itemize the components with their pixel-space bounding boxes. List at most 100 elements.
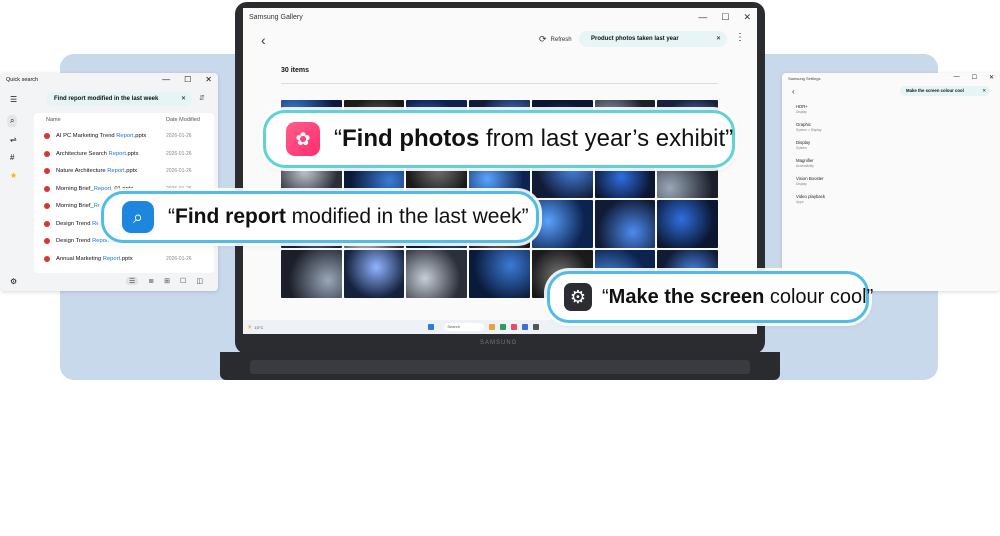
grid-view-icon[interactable]: ⊞: [164, 277, 170, 285]
minimize-icon[interactable]: —: [698, 12, 707, 23]
search-value: Find report modified in the last week: [54, 96, 159, 102]
back-icon[interactable]: ‹: [792, 87, 795, 96]
powerpoint-icon: [44, 150, 50, 157]
taskbar-app-icon[interactable]: [500, 324, 507, 330]
photo-thumbnail[interactable]: [594, 200, 656, 248]
settings-item-label: Display: [796, 140, 811, 145]
taskbar-app-icon[interactable]: [522, 324, 529, 330]
minimize-icon[interactable]: —: [162, 75, 170, 84]
taskbar-app-icon[interactable]: [533, 324, 540, 330]
photo-thumbnail[interactable]: [281, 250, 342, 298]
close-icon[interactable]: ✕: [205, 75, 212, 84]
photo-thumbnail[interactable]: [531, 200, 593, 248]
powerpoint-icon: [44, 238, 50, 244]
gear-icon: ⚙: [564, 283, 592, 311]
file-name: Architecture Search Report.pptx: [56, 150, 139, 157]
maximize-icon[interactable]: ☐: [184, 75, 191, 84]
search-input[interactable]: Product photos taken last year ✕: [579, 31, 727, 47]
list-view-icon[interactable]: ☰: [126, 277, 139, 285]
details-view-icon[interactable]: ≣: [148, 277, 154, 285]
powerpoint-icon: [44, 185, 50, 192]
photo-thumbnail[interactable]: [406, 250, 468, 298]
magnifier-icon: ⌕: [122, 201, 154, 233]
settings-item-path: System > Display: [796, 128, 822, 132]
item-count: 30 items: [281, 67, 310, 74]
settings-item-label: Magnifier: [796, 158, 814, 163]
taskbar-app-icon[interactable]: [511, 324, 518, 330]
window-controls: — ☐ ✕: [954, 74, 994, 81]
settings-result-item[interactable]: Display System: [796, 140, 810, 150]
weather-icon: ☀: [247, 324, 253, 331]
photos-callout-text: “Find photos from last year’s exhibit”: [334, 125, 734, 152]
settings-result-item[interactable]: Vision Booster Display: [796, 176, 824, 186]
file-row[interactable]: Annual Marketing Report.pptx 2026-01-26: [44, 255, 214, 262]
back-icon[interactable]: ‹: [261, 32, 266, 48]
search-icon[interactable]: ⌕: [7, 115, 18, 127]
laptop-keyboard: [250, 360, 750, 374]
refresh-button[interactable]: ⟳ Refresh: [539, 34, 572, 45]
maximize-icon[interactable]: ☐: [972, 74, 977, 81]
settings-item-label: HDR+: [796, 104, 808, 109]
photo-thumbnail[interactable]: [657, 200, 718, 248]
photo-thumbnail[interactable]: [343, 250, 405, 298]
filter-icon[interactable]: ⇌: [10, 135, 17, 144]
clear-icon[interactable]: ✕: [716, 31, 721, 47]
window-controls: — ☐ ✕: [162, 75, 212, 84]
search-input[interactable]: Make the screen colour cool ✕: [900, 86, 990, 96]
close-icon[interactable]: ✕: [989, 74, 994, 81]
maximize-icon[interactable]: ☐: [721, 12, 729, 23]
file-row[interactable]: AI PC Marketing Trend Report.pptx 2026-01…: [44, 133, 214, 139]
settings-result-item[interactable]: Video playback Apps: [796, 194, 825, 204]
file-name: AI PC Marketing Trend Report.pptx: [56, 133, 147, 139]
gear-icon[interactable]: ⚙: [10, 277, 17, 286]
settings-window: Samsung Settings — ☐ ✕ ‹ Make the screen…: [782, 73, 1000, 291]
screen-callout: ⚙ “Make the screen colour cool”: [547, 271, 873, 323]
refresh-label: Refresh: [550, 36, 572, 43]
powerpoint-icon: [44, 168, 50, 174]
weather-text: 15°C: [254, 324, 264, 330]
search-input[interactable]: Find report modified in the last week ✕: [46, 92, 192, 106]
report-callout: ⌕ “Find report modified in the last week…: [101, 191, 539, 243]
sort-icon[interactable]: ⇵: [199, 94, 205, 102]
menu-icon[interactable]: ☰: [10, 95, 17, 104]
more-options-icon[interactable]: ⋮: [735, 32, 745, 43]
star-icon[interactable]: ★: [10, 171, 17, 180]
file-row[interactable]: Nature Architecture Report.pptx 2026-01-2…: [44, 168, 214, 174]
file-date: 2026-01-26: [166, 133, 192, 139]
column-header-date[interactable]: Date Modified: [166, 117, 200, 123]
close-icon[interactable]: ✕: [743, 12, 751, 23]
file-name: Nature Architecture Report.pptx: [56, 168, 138, 174]
settings-item-path: Display: [796, 110, 807, 114]
column-header-name[interactable]: Name: [46, 117, 61, 123]
file-date: 2026-01-26: [166, 168, 192, 174]
file-row[interactable]: Architecture Search Report.pptx 2026-01-2…: [44, 150, 214, 157]
taskbar-app-icon[interactable]: [489, 324, 496, 330]
file-date: 2026-01-26: [166, 255, 192, 262]
hashtag-icon[interactable]: #: [10, 153, 14, 162]
file-date: 2026-01-26: [166, 150, 192, 157]
settings-result-item[interactable]: Magnifier Accessibility: [796, 158, 814, 168]
minimize-icon[interactable]: —: [954, 74, 960, 81]
settings-result-item[interactable]: Graphic System > Display: [796, 122, 822, 132]
clear-icon[interactable]: ✕: [181, 92, 186, 106]
sidebar: ☰ ⌕ ⇌ # ★ ⚙: [0, 89, 30, 291]
powerpoint-icon: [44, 203, 50, 209]
settings-result-item[interactable]: HDR+ Display: [796, 104, 808, 114]
search-value: Product photos taken last year: [591, 36, 679, 42]
window-controls: — ☐ ✕: [698, 12, 751, 23]
refresh-icon: ⟳: [539, 34, 547, 44]
clear-icon[interactable]: ✕: [982, 86, 986, 96]
report-callout-text: “Find report modified in the last week”: [168, 205, 529, 228]
divider: [281, 83, 718, 84]
powerpoint-icon: [44, 220, 50, 227]
tile-view-icon[interactable]: ☐: [180, 277, 186, 285]
start-icon[interactable]: [428, 324, 435, 330]
taskbar-search[interactable]: Search: [444, 323, 485, 331]
search-value: Make the screen colour cool: [906, 88, 964, 93]
preview-pane-icon[interactable]: ◫: [196, 277, 203, 285]
settings-item-label: Video playback: [796, 194, 826, 199]
photos-callout: ✿ “Find photos from last year’s exhibit”: [263, 110, 735, 168]
settings-item-label: Graphic: [796, 122, 812, 127]
photo-thumbnail[interactable]: [469, 250, 530, 298]
powerpoint-icon: [44, 255, 50, 262]
